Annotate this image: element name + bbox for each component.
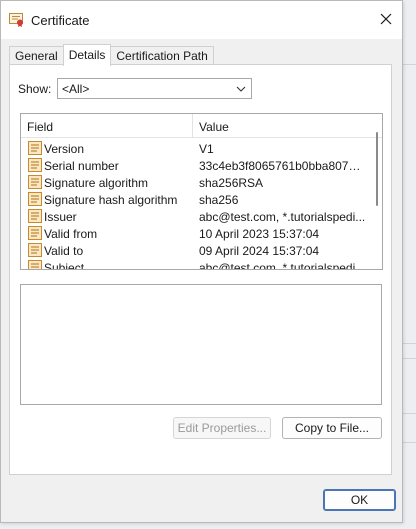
list-header: Field Value (21, 114, 382, 138)
field-value: 10 April 2023 15:37:04 (199, 227, 320, 241)
field-value: V1 (199, 142, 214, 156)
table-row[interactable]: Version V1 (21, 140, 371, 157)
field-name: Signature algorithm (44, 176, 149, 190)
field-value-box[interactable] (20, 284, 382, 405)
column-header-field[interactable]: Field (27, 120, 53, 134)
field-name: Serial number (44, 159, 119, 173)
column-divider[interactable] (192, 114, 193, 138)
tab-certification-path[interactable]: Certification Path (110, 46, 214, 66)
background-window-edge (402, 343, 416, 344)
table-row[interactable]: Signature hash algorithm sha256 (21, 191, 371, 208)
close-button[interactable] (372, 5, 400, 33)
chevron-down-icon (236, 86, 246, 92)
field-value: 09 April 2024 15:37:04 (199, 244, 320, 258)
field-list[interactable]: Field Value Version V1 Serial number 33c4eb… (20, 113, 383, 270)
field-value: sha256RSA (199, 176, 264, 190)
scrollbar-thumb[interactable] (376, 132, 378, 206)
field-name: Subject (44, 261, 85, 270)
table-row[interactable]: Signature algorithm sha256RSA (21, 174, 371, 191)
field-rows: Version V1 Serial number 33c4eb3f8065761b0b… (21, 140, 371, 270)
close-icon (380, 13, 392, 25)
field-icon (27, 191, 43, 207)
table-row[interactable]: Serial number 33c4eb3f8065761b0bba8077b..… (21, 157, 371, 174)
field-value: abc@test.com, *.tutorialspedi... (199, 210, 366, 224)
field-name: Valid to (44, 244, 84, 258)
background-window-edge (402, 413, 416, 414)
show-dropdown-value: <All> (62, 82, 90, 96)
table-row[interactable]: Valid to 09 April 2024 15:37:04 (21, 242, 371, 259)
background-window-edge (402, 64, 416, 65)
window-title: Certificate (31, 13, 90, 28)
certificate-icon (9, 13, 25, 27)
field-icon (27, 225, 43, 241)
ok-button[interactable]: OK (323, 489, 396, 511)
show-dropdown[interactable]: <All> (57, 78, 252, 99)
tab-details[interactable]: Details (62, 44, 112, 66)
field-name: Issuer (44, 210, 77, 224)
field-name: Signature hash algorithm (44, 193, 178, 207)
field-icon (27, 174, 43, 190)
field-icon (27, 208, 43, 224)
tab-general[interactable]: General (9, 46, 64, 66)
table-row[interactable]: Issuer abc@test.com, *.tutorialspedi... (21, 208, 371, 225)
tab-strip: General Details Certification Path (9, 44, 214, 66)
certificate-dialog: Certificate General Details Certificatio… (0, 0, 403, 523)
background-window-edge (402, 358, 416, 359)
field-name: Version (44, 142, 85, 156)
field-icon (27, 157, 43, 173)
field-value: sha256 (199, 193, 239, 207)
edit-properties-button[interactable]: Edit Properties... (173, 417, 271, 439)
field-icon (27, 259, 43, 269)
background-window-edge (402, 442, 416, 443)
field-value: abc@test.com, *.tutorialspedi... (199, 261, 366, 270)
column-header-value[interactable]: Value (199, 120, 229, 134)
field-value: 33c4eb3f8065761b0bba8077b... (199, 159, 367, 173)
table-row[interactable]: Valid from 10 April 2023 15:37:04 (21, 225, 371, 242)
table-row[interactable]: Subject abc@test.com, *.tutorialspedi... (21, 259, 371, 270)
field-icon (27, 140, 43, 156)
field-icon (27, 242, 43, 258)
screen: Certificate General Details Certificatio… (0, 0, 416, 529)
copy-to-file-button[interactable]: Copy to File... (282, 417, 382, 439)
show-label: Show: (18, 82, 52, 96)
field-name: Valid from (44, 227, 98, 241)
title-bar: Certificate (1, 1, 402, 39)
